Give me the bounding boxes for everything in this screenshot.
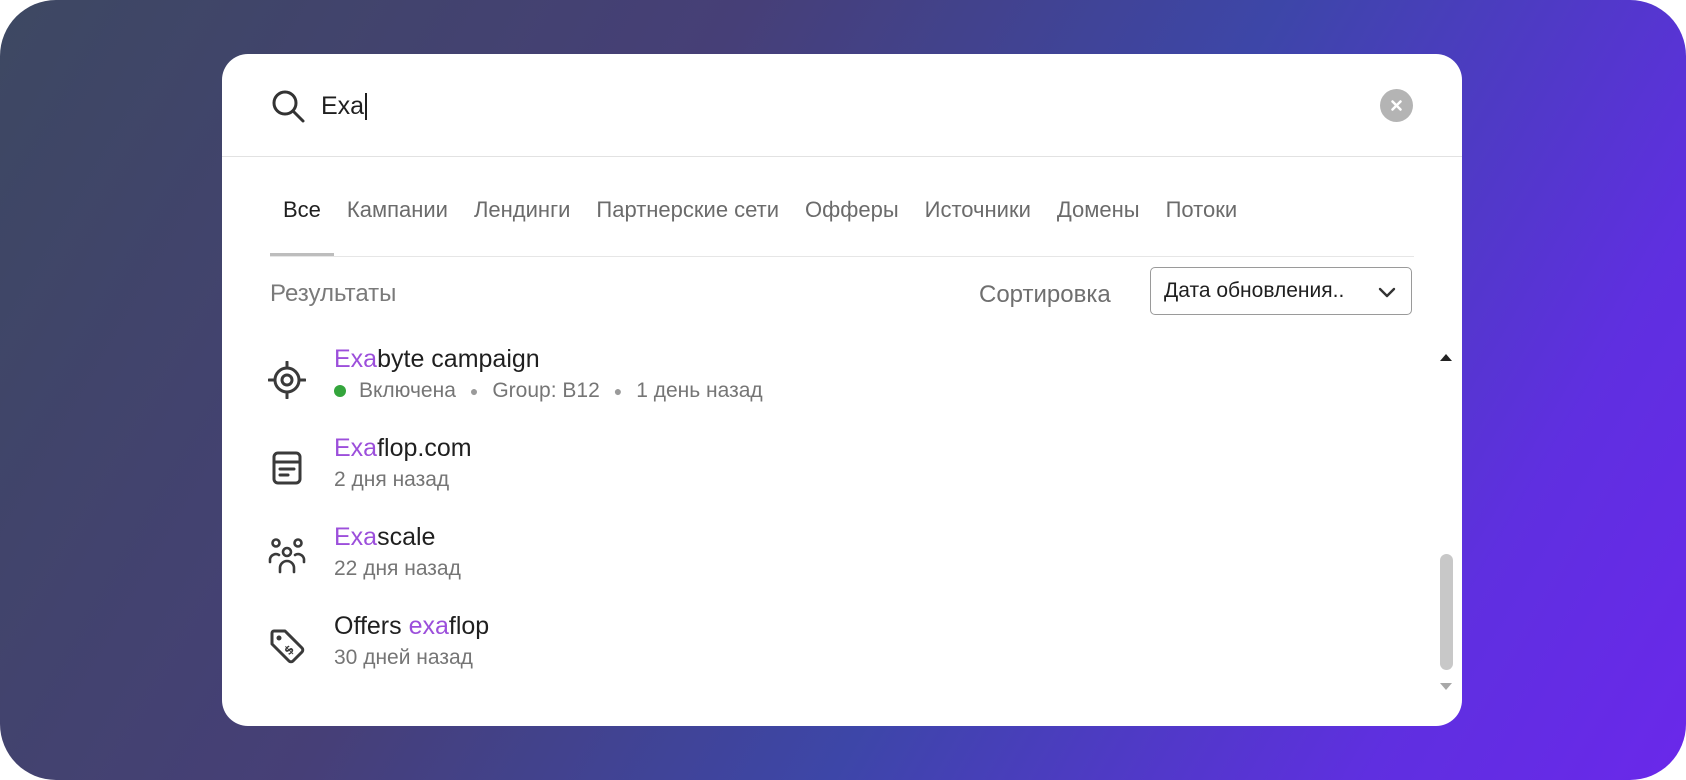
- search-icon: [272, 90, 305, 123]
- target-icon: [268, 361, 306, 399]
- list-item[interactable]: Exabyte campaign Включена ● Group: B12 ●…: [222, 344, 1402, 424]
- scrollbar-thumb[interactable]: [1440, 554, 1453, 670]
- item-title: Exabyte campaign: [334, 344, 540, 374]
- search-dialog: Exa Все Кампании Лендинги Партнерские се…: [222, 54, 1462, 726]
- list-item[interactable]: Exaflop.com 2 дня назад: [222, 433, 1402, 513]
- item-meta: 22 дня назад: [334, 556, 461, 582]
- users-group-icon: [268, 538, 306, 574]
- title-rest: scale: [377, 523, 436, 551]
- item-title: Exascale: [334, 522, 435, 552]
- chevron-down-icon: [1378, 287, 1396, 298]
- tab-sources[interactable]: Источники: [912, 196, 1044, 244]
- status-indicator: [334, 385, 346, 397]
- separator-dot: ●: [613, 383, 623, 399]
- clear-search-button[interactable]: [1380, 89, 1413, 122]
- item-title: Offers exaflop: [334, 611, 489, 641]
- background: Exa Все Кампании Лендинги Партнерские се…: [0, 0, 1686, 780]
- title-rest: flop: [448, 612, 490, 640]
- updated-time: 1 день назад: [636, 379, 763, 402]
- scroll-down-arrow[interactable]: [1440, 683, 1452, 690]
- title-match: Exa: [334, 434, 378, 462]
- tab-affiliate-networks[interactable]: Партнерские сети: [583, 196, 792, 244]
- title-match: Exa: [334, 345, 378, 373]
- tab-flows[interactable]: Потоки: [1153, 196, 1251, 244]
- updated-time: 2 дня назад: [334, 468, 450, 491]
- search-input-text: Exa: [321, 92, 365, 120]
- separator-dot: ●: [469, 383, 479, 399]
- title-prefix: Offers: [334, 612, 409, 640]
- title-match: exa: [408, 612, 449, 640]
- search-input[interactable]: Exa: [321, 90, 368, 122]
- title-rest: byte campaign: [377, 345, 540, 373]
- text-caret: [365, 92, 368, 120]
- tab-all[interactable]: Все: [270, 196, 334, 256]
- scroll-up-arrow[interactable]: [1440, 354, 1452, 361]
- close-icon: [1391, 100, 1402, 111]
- tab-campaigns[interactable]: Кампании: [334, 196, 461, 244]
- updated-time: 30 дней назад: [334, 646, 473, 669]
- status-text: Включена: [359, 379, 456, 402]
- offer-tag-icon: $: [270, 629, 305, 664]
- sort-selected-value: Дата обновления..: [1164, 279, 1345, 302]
- title-match: Exa: [334, 523, 378, 551]
- results-list[interactable]: Exabyte campaign Включена ● Group: B12 ●…: [222, 344, 1462, 726]
- tab-domains[interactable]: Домены: [1044, 196, 1153, 244]
- filter-tabs: Все Кампании Лендинги Партнерские сети О…: [270, 196, 1414, 257]
- list-item[interactable]: $ Offers exaflop 30 дней назад: [222, 611, 1402, 691]
- tab-landings[interactable]: Лендинги: [461, 196, 583, 244]
- sort-label: Сортировка: [979, 281, 1111, 308]
- group-text: Group: B12: [492, 379, 600, 402]
- item-title: Exaflop.com: [334, 433, 472, 463]
- results-heading: Результаты: [270, 280, 397, 307]
- title-rest: flop.com: [377, 434, 472, 462]
- tab-offers[interactable]: Офферы: [792, 196, 912, 244]
- list-item[interactable]: Exascale 22 дня назад: [222, 522, 1402, 602]
- updated-time: 22 дня назад: [334, 557, 461, 580]
- item-meta: 30 дней назад: [334, 645, 473, 671]
- search-bar: Exa: [222, 54, 1462, 157]
- item-meta: Включена ● Group: B12 ● 1 день назад: [334, 378, 763, 404]
- sort-dropdown[interactable]: Дата обновления..: [1150, 267, 1412, 315]
- landing-page-icon: [272, 451, 302, 485]
- item-meta: 2 дня назад: [334, 467, 449, 493]
